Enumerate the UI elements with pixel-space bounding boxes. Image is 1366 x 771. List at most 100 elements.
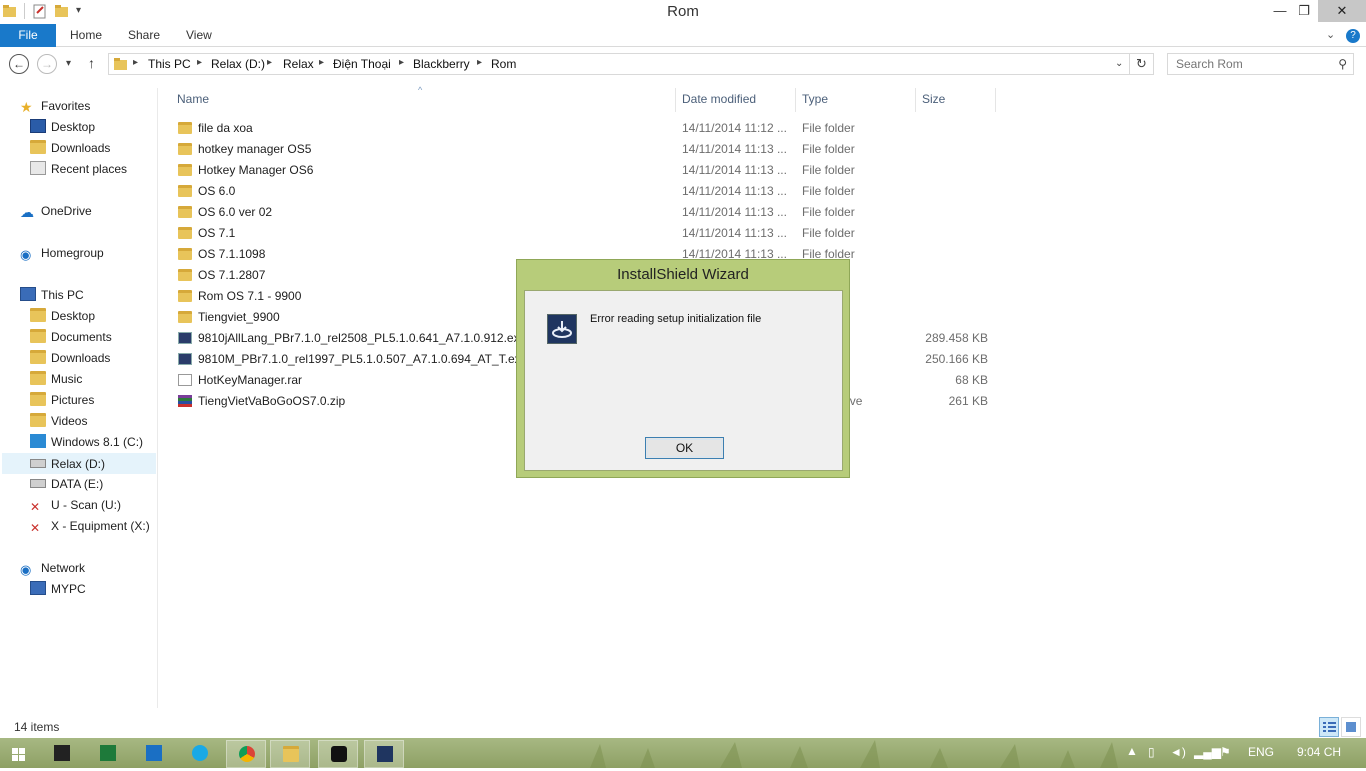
dialog-message: Error reading setup initialization file [590, 313, 762, 325]
forward-button[interactable]: → [37, 54, 57, 74]
nav-documents[interactable]: Documents [30, 327, 112, 348]
nav-drive-e[interactable]: DATA (E:) [30, 474, 103, 495]
file-name: Rom OS 7.1 - 9900 [198, 289, 302, 303]
restore-button[interactable]: ❐ [1290, 0, 1318, 22]
file-row[interactable]: OS 6.0 ver 02 14/11/2014 11:13 ... File fo… [172, 202, 1002, 223]
address-row: ← → ▾ ↑ ▸ This PC ▸ Relax (D:) ▸ Relax ▸… [0, 48, 1366, 82]
column-divider[interactable] [915, 88, 916, 112]
breadcrumb-separator: ▸ [133, 57, 139, 68]
item-count: 14 items [14, 720, 60, 734]
onedrive-icon: ☁ [20, 204, 34, 220]
column-header-type[interactable]: Type [802, 92, 828, 106]
taskbar-outlook[interactable] [134, 740, 174, 768]
refresh-button[interactable]: ↻ [1130, 53, 1154, 75]
tab-file[interactable]: File [0, 24, 56, 47]
installer-icon [178, 332, 192, 344]
folder-icon [178, 248, 192, 260]
videos-icon [30, 413, 46, 427]
nav-this-pc[interactable]: This PC [20, 285, 84, 306]
expand-ribbon-icon[interactable]: ⌄ [1326, 24, 1335, 47]
column-divider[interactable] [675, 88, 676, 112]
file-row[interactable]: Hotkey Manager OS6 14/11/2014 11:13 ... Fi… [172, 160, 1002, 181]
start-button[interactable] [0, 740, 36, 768]
action-center-flag-icon[interactable]: ⚑ [1220, 745, 1231, 759]
file-date: 14/11/2014 11:13 ... [682, 142, 787, 156]
show-desktop-button[interactable] [1360, 738, 1366, 768]
taskbar-file-explorer[interactable] [270, 740, 310, 768]
breadcrumb-this-pc[interactable]: This PC [148, 57, 191, 71]
search-icon[interactable]: ⚲ [1338, 57, 1347, 71]
nav-recent-places[interactable]: Recent places [30, 159, 127, 180]
volume-icon[interactable]: ◄) [1170, 745, 1186, 759]
nav-mypc[interactable]: MYPC [30, 579, 86, 600]
chrome-icon [239, 746, 255, 762]
folder-icon [178, 227, 192, 239]
tab-share[interactable]: Share [128, 24, 160, 47]
excel-icon [100, 745, 116, 761]
file-row[interactable]: hotkey manager OS5 14/11/2014 11:13 ... Fi… [172, 139, 1002, 160]
ok-button[interactable]: OK [645, 437, 724, 459]
breadcrumb-blackberry[interactable]: Blackberry [413, 57, 470, 71]
large-icons-view-button[interactable] [1341, 717, 1361, 737]
search-box[interactable]: ⚲ [1167, 53, 1354, 75]
column-divider[interactable] [995, 88, 996, 112]
file-type: File folder [802, 205, 855, 219]
nav-onedrive[interactable]: ☁ OneDrive [20, 201, 92, 222]
file-date: 14/11/2014 11:13 ... [682, 205, 787, 219]
file-row[interactable]: file da xoa 14/11/2014 11:12 ... File fold… [172, 118, 1002, 139]
nav-drive-x[interactable]: ✕ X - Equipment (X:) [30, 516, 150, 537]
tab-home[interactable]: Home [70, 24, 102, 47]
nav-pc-downloads[interactable]: Downloads [30, 348, 110, 369]
breadcrumb-dien-thoai[interactable]: Điện Thoại [333, 57, 391, 71]
taskbar-start-app[interactable] [42, 740, 82, 768]
nav-drive-u[interactable]: ✕ U - Scan (U:) [30, 495, 121, 516]
nav-pc-desktop[interactable]: Desktop [30, 306, 95, 327]
nav-homegroup[interactable]: ◉ Homegroup [20, 243, 104, 264]
tab-view[interactable]: View [186, 24, 212, 47]
file-explorer-icon [283, 746, 299, 762]
breadcrumb-relax-d[interactable]: Relax (D:) [211, 57, 265, 71]
help-icon[interactable]: ? [1346, 29, 1360, 43]
taskbar-installshield[interactable] [364, 740, 404, 768]
nav-network[interactable]: ◉ Network [20, 558, 85, 579]
nav-drive-c[interactable]: Windows 8.1 (C:) [30, 432, 143, 453]
network-signal-icon[interactable]: ▂▄▆ [1194, 745, 1221, 759]
nav-pictures[interactable]: Pictures [30, 390, 94, 411]
up-button[interactable]: ↑ [88, 55, 95, 71]
large-icons-view-icon [1346, 722, 1356, 732]
recent-locations-icon[interactable]: ▾ [66, 58, 71, 69]
nav-music[interactable]: Music [30, 369, 82, 390]
column-header-size[interactable]: Size [922, 92, 945, 106]
device-icon[interactable]: ▯ [1148, 745, 1155, 759]
search-input[interactable] [1168, 54, 1328, 74]
nav-downloads[interactable]: Downloads [30, 138, 110, 159]
show-hidden-icons[interactable]: ▲ [1126, 744, 1138, 758]
blackberry-icon [331, 746, 347, 762]
nav-drive-d[interactable]: Relax (D:) [2, 453, 156, 474]
address-bar[interactable]: ▸ This PC ▸ Relax (D:) ▸ Relax ▸ Điện Th… [108, 53, 1130, 75]
close-button[interactable]: ✕ [1318, 0, 1366, 22]
file-row[interactable]: OS 7.1 14/11/2014 11:13 ... File folder [172, 223, 1002, 244]
breadcrumb-relax[interactable]: Relax [283, 57, 314, 71]
clock[interactable]: 9:04 CH [1297, 745, 1341, 759]
nav-desktop[interactable]: Desktop [30, 117, 95, 138]
column-divider[interactable] [795, 88, 796, 112]
nav-videos[interactable]: Videos [30, 411, 87, 432]
nav-favorites[interactable]: ★ Favorites [20, 96, 90, 117]
taskbar-chrome[interactable] [226, 740, 266, 768]
input-language[interactable]: ENG [1248, 745, 1274, 759]
breadcrumb-rom[interactable]: Rom [491, 57, 516, 71]
details-view-button[interactable] [1319, 717, 1339, 737]
taskbar-skype[interactable] [180, 740, 220, 768]
taskbar-blackberry[interactable] [318, 740, 358, 768]
address-dropdown-icon[interactable]: ⌄ [1115, 58, 1123, 69]
back-button[interactable]: ← [9, 54, 29, 74]
disconnected-drive-icon: ✕ [30, 521, 41, 535]
window-title: Rom [667, 3, 699, 20]
column-header-date[interactable]: Date modified [682, 92, 756, 106]
column-header-name[interactable]: Name [177, 92, 209, 106]
sort-arrow-icon: ^ [418, 85, 423, 95]
taskbar-excel[interactable] [88, 740, 128, 768]
file-row[interactable]: OS 6.0 14/11/2014 11:13 ... File folder [172, 181, 1002, 202]
breadcrumb-separator: ▸ [319, 57, 325, 68]
